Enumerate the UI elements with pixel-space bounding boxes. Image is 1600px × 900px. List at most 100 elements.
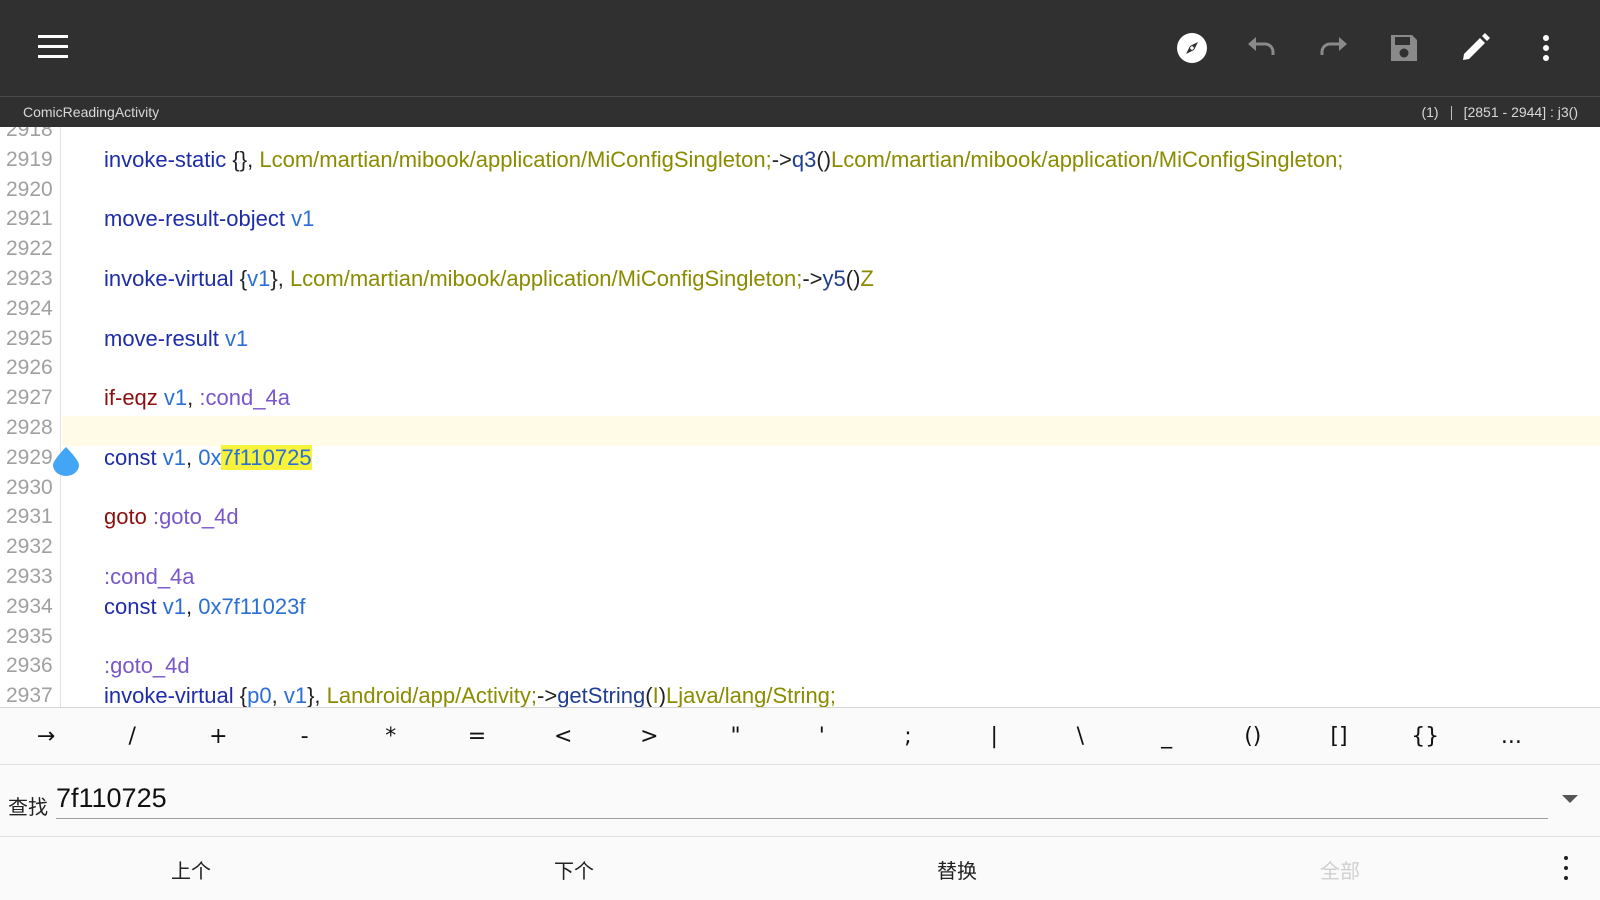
code-line[interactable]: 2923 invoke-virtual {v1}, Lcom/martian/mi… xyxy=(0,264,1600,294)
code-token: move-result-object xyxy=(104,206,285,232)
undo-icon[interactable] xyxy=(1242,28,1282,68)
symbol-key[interactable]: ... xyxy=(1481,708,1541,766)
code-token: , xyxy=(185,444,199,470)
code-line[interactable]: 2927 if-eqz v1, :cond_4a xyxy=(0,383,1600,413)
code-line[interactable]: 2924 xyxy=(0,294,1600,324)
code-token: v1 xyxy=(163,385,188,411)
search-input[interactable] xyxy=(56,779,1548,819)
code-token: { xyxy=(239,683,248,707)
line-number: 2928 xyxy=(6,415,53,439)
code-line[interactable]: 2933:cond_4a xyxy=(0,562,1600,592)
compass-icon[interactable] xyxy=(1172,28,1212,68)
code-line[interactable]: 2930 xyxy=(0,473,1600,503)
code-line[interactable]: 2920 xyxy=(0,175,1600,205)
symbol-key[interactable]: () xyxy=(1223,708,1283,766)
code-token: if-eqz xyxy=(104,385,158,411)
menu-icon[interactable] xyxy=(38,35,68,59)
code-token: { xyxy=(239,265,248,291)
code-line[interactable]: 2918 xyxy=(0,127,1600,145)
code-line[interactable]: 2932 xyxy=(0,532,1600,562)
code-token: ( xyxy=(645,683,653,707)
code-token: Lcom/martian/mibook/application/MiConfig… xyxy=(831,146,1344,172)
code-token: Landroid/app/Activity; xyxy=(326,683,537,707)
code-line[interactable]: 2931 goto :goto_4d xyxy=(0,502,1600,532)
symbol-key[interactable]: → xyxy=(16,708,76,766)
code-line[interactable]: 2937 invoke-virtual {p0, v1}, Landroid/ap… xyxy=(0,681,1600,707)
symbol-key[interactable]: > xyxy=(619,708,679,766)
code-token: :goto_4d xyxy=(152,504,239,530)
line-number: 2935 xyxy=(6,624,53,648)
symbol-key[interactable]: [] xyxy=(1309,708,1369,766)
code-line[interactable]: 2922 xyxy=(0,234,1600,264)
code-token: } xyxy=(270,265,278,291)
code-line[interactable]: 2929 const v1, 0x7f110725 xyxy=(0,443,1600,473)
code-token: getString xyxy=(557,683,646,707)
more-options-icon[interactable] xyxy=(1560,856,1572,880)
symbol-key[interactable]: " xyxy=(706,708,766,766)
line-number: 2932 xyxy=(6,535,53,559)
code-token: , xyxy=(314,683,327,707)
more-vert-icon[interactable] xyxy=(1526,28,1566,68)
code-token: {} xyxy=(232,146,248,172)
code-line[interactable]: 2919 invoke-static {}, Lcom/martian/miboo… xyxy=(0,145,1600,175)
line-number: 2919 xyxy=(6,147,53,171)
symbol-key[interactable]: ' xyxy=(792,708,852,766)
code-text: invoke-virtual {p0, v1}, Landroid/app/Ac… xyxy=(104,681,836,707)
line-number: 2923 xyxy=(6,266,53,290)
code-token: ) xyxy=(658,683,667,707)
redo-icon[interactable] xyxy=(1313,28,1353,68)
line-number: 2936 xyxy=(6,654,53,678)
replace-all-button[interactable]: 全部 xyxy=(1280,855,1400,884)
position-info: (1) [2851 - 2944] : j3() xyxy=(1421,104,1578,120)
line-number: 2921 xyxy=(6,207,53,231)
line-number: 2933 xyxy=(6,564,53,588)
code-line[interactable]: 2925 move-result v1 xyxy=(0,324,1600,354)
edit-icon[interactable] xyxy=(1455,28,1495,68)
line-number: 2926 xyxy=(6,356,53,380)
code-token: const xyxy=(104,444,157,470)
code-line[interactable]: 2935 xyxy=(0,622,1600,652)
symbol-key[interactable]: | xyxy=(964,708,1024,766)
code-token: () xyxy=(816,146,832,172)
symbol-bar: → / + - * = < > " '; | \ _ () [] {}... xyxy=(0,707,1600,765)
code-token: , xyxy=(277,265,290,291)
code-token: :goto_4d xyxy=(104,653,190,679)
symbol-key[interactable]: - xyxy=(275,708,335,766)
code-token: invoke-virtual xyxy=(104,683,234,707)
code-token: , xyxy=(247,146,260,172)
symbol-key[interactable]: = xyxy=(447,708,507,766)
next-button[interactable]: 下个 xyxy=(514,855,634,884)
symbol-key[interactable]: _ xyxy=(1137,708,1197,766)
file-name: ComicReadingActivity xyxy=(23,104,160,120)
code-token: 0x xyxy=(198,444,222,470)
code-lines: 2918 2919 invoke-static {}, Lcom/martian/m… xyxy=(0,127,1600,707)
line-number: 2925 xyxy=(6,326,53,350)
search-history-dropdown-icon[interactable] xyxy=(1562,795,1578,803)
symbol-key[interactable]: {} xyxy=(1395,708,1455,766)
symbol-key[interactable]: + xyxy=(188,708,248,766)
code-token: y5 xyxy=(822,265,846,291)
line-number: 2931 xyxy=(6,505,53,529)
symbol-key[interactable]: ; xyxy=(878,708,938,766)
code-line[interactable]: 2934 const v1, 0x7f11023f xyxy=(0,592,1600,622)
search-action-bar: 上个 下个 替换 全部 xyxy=(0,837,1600,900)
code-text: move-result-object v1 xyxy=(104,204,314,234)
symbol-key[interactable]: < xyxy=(533,708,593,766)
symbol-key[interactable]: * xyxy=(361,708,421,766)
code-editor[interactable]: 2918 2919 invoke-static {}, Lcom/martian/m… xyxy=(0,127,1600,707)
code-line[interactable]: 2928 xyxy=(0,413,1600,443)
previous-button[interactable]: 上个 xyxy=(131,855,251,884)
symbol-key[interactable]: \ xyxy=(1050,708,1110,766)
cursor-handle-icon[interactable] xyxy=(51,446,81,476)
divider xyxy=(1450,106,1452,120)
code-token: v1 xyxy=(247,265,271,291)
symbol-key[interactable]: / xyxy=(102,708,162,766)
code-text: :goto_4d xyxy=(104,651,190,681)
save-icon[interactable] xyxy=(1384,28,1424,68)
code-line[interactable]: 2921 move-result-object v1 xyxy=(0,204,1600,234)
code-line[interactable]: 2926 xyxy=(0,353,1600,383)
code-token: const xyxy=(104,593,157,619)
code-line[interactable]: 2936 :goto_4d xyxy=(0,651,1600,681)
replace-button[interactable]: 替换 xyxy=(897,855,1017,884)
line-number: 2922 xyxy=(6,237,53,261)
